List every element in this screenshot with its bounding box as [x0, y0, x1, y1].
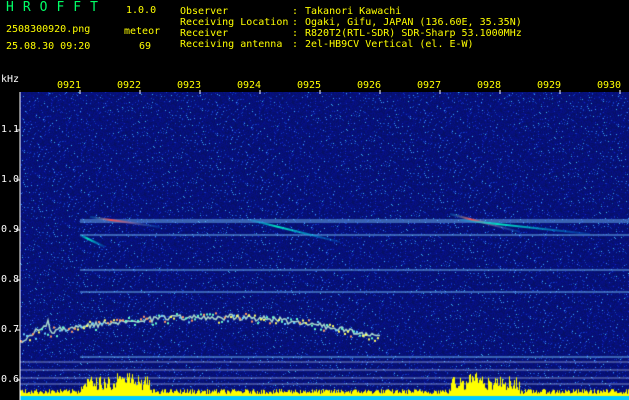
y-tick-label: 0.6 — [1, 374, 20, 385]
x-tick-label: 0927 — [417, 80, 442, 91]
header-receiver-key: Receiver — [180, 28, 229, 39]
x-tick-label: 0930 — [597, 80, 622, 91]
y-tick-label: 1.1 — [1, 124, 20, 135]
x-tick-label: 0929 — [537, 80, 562, 91]
meteor-count: 69 — [139, 41, 152, 52]
header-location-key: Receiving Location — [180, 17, 289, 28]
x-tick-label: 0922 — [117, 80, 142, 91]
header-antenna-key: Receiving antenna — [180, 39, 283, 50]
header-observer-key: Observer — [180, 6, 229, 17]
app-version: 1.0.0 — [126, 5, 157, 16]
file-datetime: 25.08.30 09:20 — [6, 41, 91, 52]
x-tick-label: 0926 — [357, 80, 382, 91]
y-tick-label: 0.9 — [1, 224, 20, 235]
header-location-value: Ogaki, Gifu, JAPAN (136.60E, 35.35N) — [305, 17, 522, 28]
y-tick-label: 1.0 — [1, 174, 20, 185]
x-tick-label: 0924 — [237, 80, 262, 91]
header-location-sep: : — [292, 17, 299, 28]
y-axis-unit: kHz — [1, 74, 20, 85]
header-receiver-value: R820T2(RTL-SDR) SDR-Sharp 53.1000MHz — [305, 28, 522, 39]
x-tick-label: 0925 — [297, 80, 322, 91]
header-antenna-sep: : — [292, 39, 299, 50]
y-tick-label: 0.8 — [1, 274, 20, 285]
header-receiver-sep: : — [292, 28, 299, 39]
header-antenna-value: 2el-HB9CV Vertical (el. E-W) — [305, 39, 474, 50]
file-name: 2508300920.png — [6, 24, 91, 35]
header-observer-sep: : — [292, 6, 299, 17]
meteor-label: meteor — [124, 26, 161, 37]
header-observer-value: Takanori Kawachi — [305, 6, 402, 17]
x-tick-label: 0921 — [57, 80, 82, 91]
y-tick-label: 0.7 — [1, 324, 20, 335]
app-title: HROFFT — [6, 0, 107, 15]
spectrogram-plot — [20, 92, 629, 400]
x-tick-label: 0928 — [477, 80, 502, 91]
x-tick-label: 0923 — [177, 80, 202, 91]
